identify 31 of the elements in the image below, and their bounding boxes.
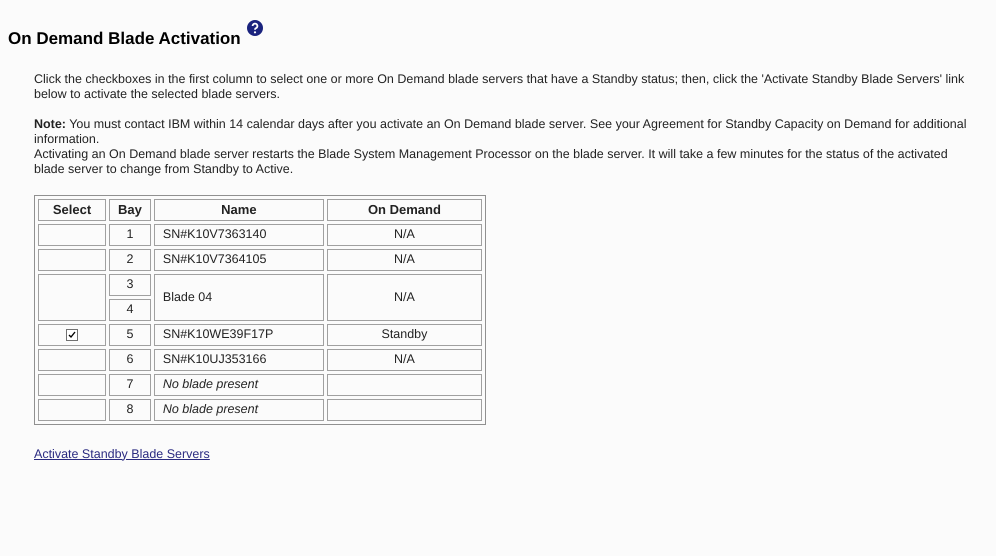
table-cell: 2	[109, 248, 151, 270]
table-cell: 3	[109, 274, 151, 296]
page-title: On Demand Blade Activation	[8, 28, 241, 50]
table-cell: 1	[109, 224, 151, 246]
table-cell: No blade present	[154, 398, 324, 420]
table-cell: SN#K10UJ353166	[154, 348, 324, 370]
table-cell: SN#K10WE39F17P	[154, 324, 324, 346]
table-cell: 4	[109, 298, 151, 320]
table-cell: SN#K10V7364105	[154, 248, 324, 270]
table-cell: 7	[109, 374, 151, 396]
table-cell: Standby	[326, 324, 482, 346]
restart-text: Activating an On Demand blade server restarts the Blade System Management Processor on the blade server. It will take a few minutes for the status of the activated blade server to change from Standby to Active.	[34, 146, 949, 176]
table-cell: 8	[109, 398, 151, 420]
column-header: Name	[154, 198, 324, 220]
column-header: On Demand	[326, 198, 482, 220]
table-cell: N/A	[326, 248, 482, 270]
table-cell: No blade present	[154, 374, 324, 396]
table-cell: N/A	[326, 224, 482, 246]
table-cell: N/A	[326, 274, 482, 320]
column-header: Bay	[109, 198, 151, 220]
intro-text: Click the checkboxes in the first column to select one or more On Demand blade servers that have a Standby status; then, click the 'Activate Standby Blade Servers' link below to activate the selected blade servers.	[34, 72, 966, 102]
select-checkbox[interactable]	[66, 328, 78, 341]
table-cell: 6	[109, 348, 151, 370]
table-cell: SN#K10V7363140	[154, 224, 324, 246]
note-text: Note: You must contact IBM within 14 calendar days after you activate an On Demand blade server. See your Agreement for Standby Capacity on Demand for additional information.	[34, 116, 968, 146]
column-header: Select	[38, 198, 106, 220]
help-icon[interactable]	[246, 20, 263, 36]
table-cell: 5	[109, 324, 151, 346]
table-cell: N/A	[326, 348, 482, 370]
activate-link[interactable]: Activate Standby Blade Servers	[34, 446, 210, 462]
table-cell: Blade 04	[154, 274, 324, 320]
